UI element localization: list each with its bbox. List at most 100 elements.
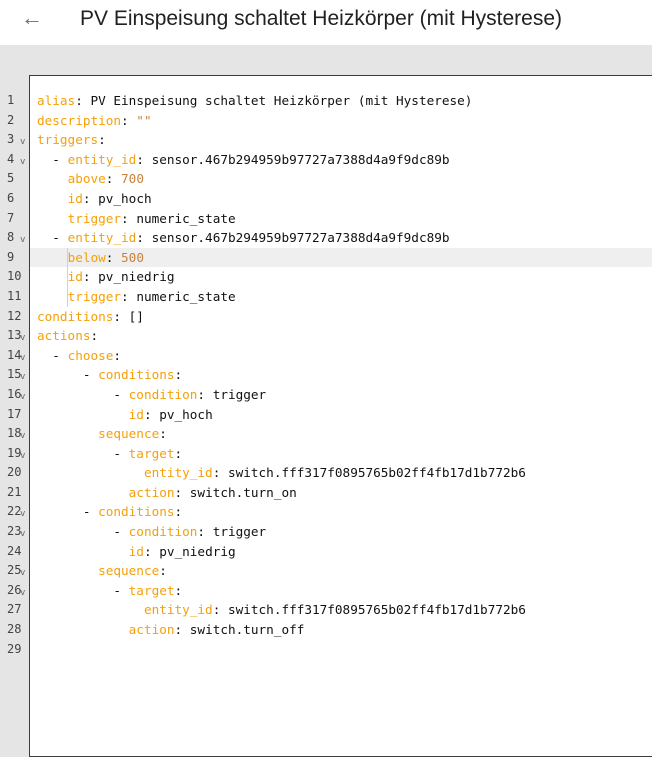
indent-guide <box>67 286 68 307</box>
line-number: 20 <box>0 463 29 483</box>
yaml-value: "" <box>128 112 152 128</box>
code-line[interactable]: - target: <box>30 581 652 601</box>
line-number: 4v <box>0 150 29 170</box>
yaml-key: id <box>67 269 83 285</box>
code-line[interactable]: entity_id: switch.fff317f0895765b02ff4fb… <box>30 463 652 483</box>
line-number: 16 v <box>0 385 29 405</box>
line-number: 17 <box>0 405 29 425</box>
line-number-text: 20 <box>7 465 22 480</box>
code-line[interactable]: actions: <box>30 326 652 346</box>
yaml-value: sensor.467b294959b97727a7388d4a9f9dc89b <box>143 151 450 167</box>
line-number: 25 v <box>0 561 29 581</box>
yaml-value: trigger <box>205 386 267 402</box>
line-number: 2 <box>0 111 29 131</box>
line-number: 5 <box>0 169 29 189</box>
code-line[interactable]: - conditions: <box>30 365 652 385</box>
code-line[interactable]: entity_id: switch.fff317f0895765b02ff4fb… <box>30 600 652 620</box>
yaml-key: conditions <box>98 367 175 383</box>
yaml-value: PV Einspeisung schaltet Heizkörper (mit … <box>82 93 473 108</box>
yaml-key: conditions <box>37 308 114 324</box>
code-line[interactable]: trigger: numeric_state <box>30 286 652 307</box>
code-line[interactable]: id: pv_niedrig <box>30 542 652 562</box>
code-line[interactable]: action: switch.turn_off <box>30 620 652 640</box>
line-number: 26 v <box>0 581 29 601</box>
line-number: 27 <box>0 600 29 620</box>
page-title: PV Einspeisung schaltet Heizkörper (mit … <box>80 7 563 30</box>
line-number-text: 17 <box>7 406 22 421</box>
yaml-key: choose <box>67 347 114 363</box>
code-line[interactable]: - condition: trigger <box>30 385 652 405</box>
line-number: 18 v <box>0 424 29 444</box>
line-number: 13 v <box>0 326 29 346</box>
code-line[interactable]: id: pv_hoch <box>30 189 652 209</box>
code-line[interactable]: id: pv_niedrig <box>30 267 652 287</box>
code-line[interactable]: alias: PV Einspeisung schaltet Heizkörpe… <box>30 91 652 111</box>
code-line[interactable]: - choose: <box>30 346 652 366</box>
code-line[interactable]: description: "" <box>30 111 652 131</box>
code-line[interactable]: - conditions: <box>30 502 652 522</box>
code-line[interactable]: triggers: <box>30 130 652 150</box>
yaml-key: above <box>67 171 106 187</box>
yaml-key: target <box>128 445 175 461</box>
code-line[interactable] <box>30 640 652 660</box>
code-line[interactable]: action: switch.turn_on <box>30 483 652 503</box>
yaml-key: alias <box>37 93 76 108</box>
yaml-key: entity_id <box>67 230 137 246</box>
code-line[interactable]: - entity_id: sensor.467b294959b97727a738… <box>30 228 652 248</box>
top-app-bar: ← PV Einspeisung schaltet Heizkörper (mi… <box>0 0 652 45</box>
code-line[interactable]: sequence: <box>30 424 652 444</box>
yaml-key: actions <box>37 328 91 344</box>
yaml-value: [] <box>121 308 144 324</box>
yaml-key: entity_id <box>67 151 137 167</box>
line-number-text: 29 <box>7 641 22 656</box>
line-number-text: 12 <box>7 308 22 323</box>
yaml-key: conditions <box>98 504 175 520</box>
line-number: 14 v <box>0 346 29 366</box>
yaml-key: condition <box>128 524 198 540</box>
indent-guide <box>67 267 68 287</box>
yaml-key: target <box>128 582 175 598</box>
code-line[interactable]: - target: <box>30 444 652 464</box>
line-number: 15 v <box>0 365 29 385</box>
yaml-key: sequence <box>98 426 160 442</box>
line-number: 12 <box>0 307 29 327</box>
yaml-key: description <box>37 112 122 128</box>
code-line[interactable]: conditions: [] <box>30 307 652 327</box>
yaml-value: pv_hoch <box>90 190 152 206</box>
line-number: 21 <box>0 483 29 503</box>
code-line[interactable]: below: 500 <box>30 247 652 268</box>
code-line[interactable]: - condition: trigger <box>30 522 652 542</box>
line-number: 11 <box>0 287 29 307</box>
line-number-text: 7 <box>7 210 15 225</box>
line-number-text: 6 <box>7 190 15 205</box>
yaml-value: pv_niedrig <box>90 269 175 285</box>
yaml-value: switch.turn_off <box>182 622 305 638</box>
yaml-key: action <box>128 484 175 500</box>
line-number-text: 5 <box>7 171 15 186</box>
code-line[interactable]: id: pv_hoch <box>30 405 652 425</box>
yaml-value: pv_hoch <box>151 406 213 422</box>
yaml-value: sensor.467b294959b97727a7388d4a9f9dc89b <box>143 230 450 246</box>
line-number: 10 <box>0 267 29 287</box>
code-line[interactable]: sequence: <box>30 561 652 581</box>
yaml-key: sequence <box>98 563 160 579</box>
yaml-value: 500 <box>113 249 144 265</box>
line-number-text: 3 <box>7 132 15 147</box>
code-line[interactable]: above: 700 <box>30 169 652 189</box>
code-line[interactable]: - entity_id: sensor.467b294959b97727a738… <box>30 150 652 170</box>
line-number-text: 21 <box>7 484 22 499</box>
yaml-value: switch.fff317f0895765b02ff4fb17d1b772b6 <box>220 602 526 618</box>
yaml-value: 700 <box>113 171 144 187</box>
line-number: 19 v <box>0 444 29 464</box>
line-number: 3v <box>0 130 29 150</box>
line-number: 7 <box>0 209 29 229</box>
code-line[interactable]: trigger: numeric_state <box>30 209 652 229</box>
yaml-key: entity_id <box>143 602 213 618</box>
indent-guide <box>67 247 68 268</box>
yaml-key: below <box>67 249 106 265</box>
arrow-left-icon[interactable]: ← <box>20 6 44 30</box>
line-number: 29 <box>0 640 29 660</box>
line-number-gutter: 1 2 3 v 4 v 5 6 7 8 v 9 10 11 12 13 v 14 v 15 v 16 v 17 18 v 19 v 20… <box>0 91 29 659</box>
code-lines[interactable]: alias: PV Einspeisung schaltet Heizkörpe… <box>30 91 652 659</box>
line-number: 23 v <box>0 522 29 542</box>
